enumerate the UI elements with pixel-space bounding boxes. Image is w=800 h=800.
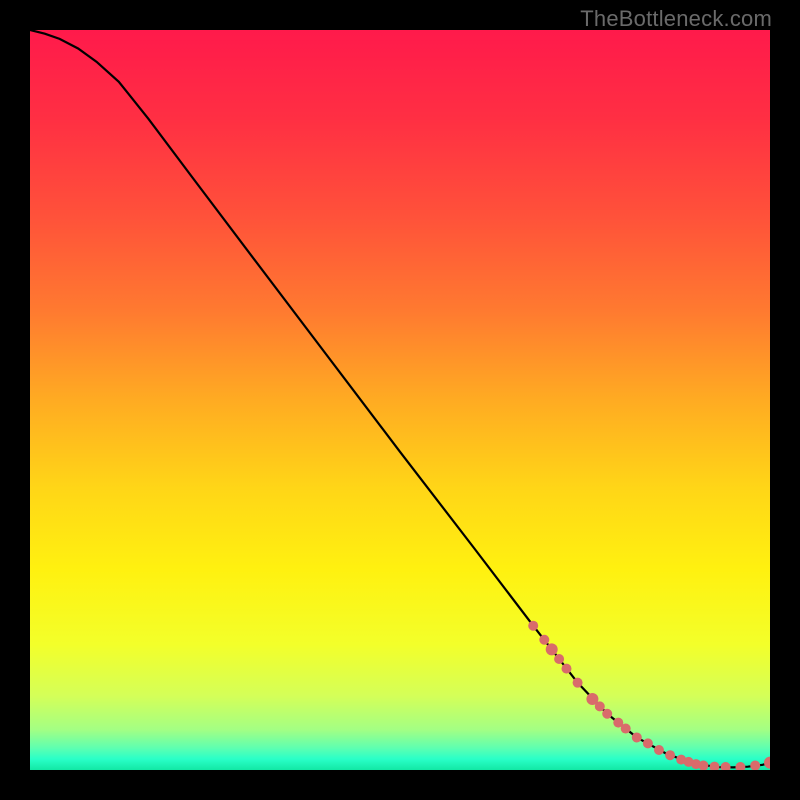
data-point: [554, 654, 564, 664]
data-point: [528, 621, 538, 631]
data-point: [764, 757, 770, 769]
bottleneck-curve: [30, 30, 770, 767]
data-point: [621, 724, 631, 734]
data-point: [562, 664, 572, 674]
data-point: [710, 762, 720, 770]
data-point: [665, 750, 675, 760]
data-point: [721, 762, 731, 770]
plot-area: [30, 30, 770, 770]
data-point: [632, 732, 642, 742]
chart-stage: TheBottleneck.com: [0, 0, 800, 800]
data-markers: [528, 621, 770, 770]
data-point: [735, 762, 745, 770]
data-point: [643, 738, 653, 748]
data-point: [750, 761, 760, 770]
data-point: [595, 701, 605, 711]
curve-layer: [30, 30, 770, 770]
data-point: [546, 643, 558, 655]
data-point: [654, 745, 664, 755]
data-point: [539, 635, 549, 645]
data-point: [602, 709, 612, 719]
data-point: [573, 678, 583, 688]
watermark-label: TheBottleneck.com: [580, 6, 772, 32]
